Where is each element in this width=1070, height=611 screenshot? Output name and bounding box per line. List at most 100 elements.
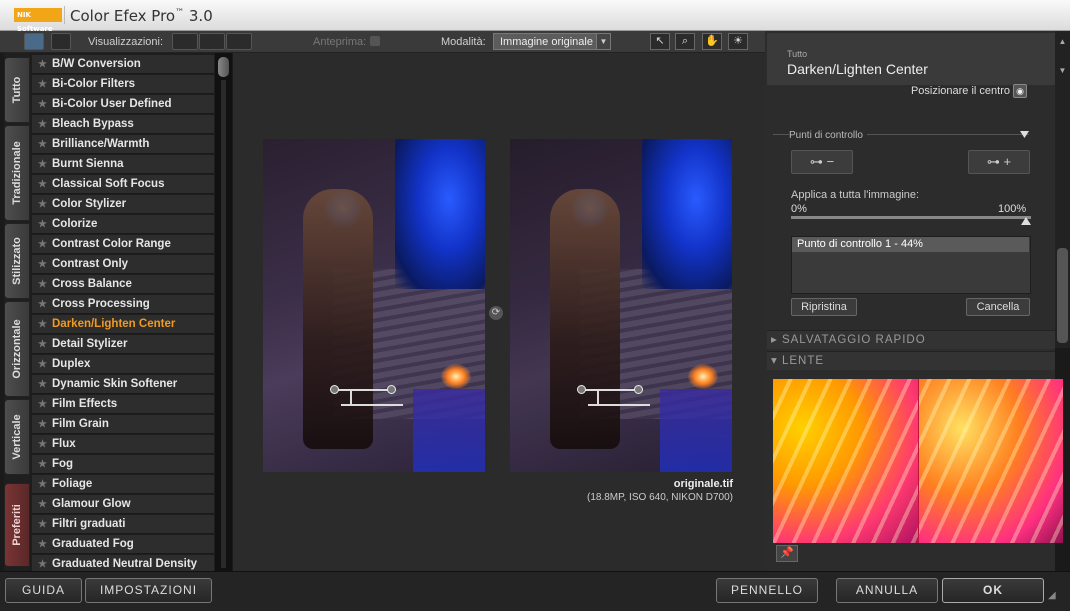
star-icon[interactable]: ★ xyxy=(38,195,47,213)
filter-item[interactable]: ★ Bi-Color Filters xyxy=(32,75,214,94)
star-icon[interactable]: ★ xyxy=(38,415,47,433)
filter-item[interactable]: ★ Dynamic Skin Softener xyxy=(32,375,214,394)
mode-select[interactable]: Immagine originale ▼ xyxy=(493,33,611,50)
star-icon[interactable]: ★ xyxy=(38,535,47,553)
tab-preferiti[interactable]: Preferiti xyxy=(4,483,30,567)
settings-button[interactable]: IMPOSTAZIONI xyxy=(85,578,212,603)
target-icon[interactable]: ◉ xyxy=(1013,84,1027,98)
filter-item[interactable]: ★ Colorize xyxy=(32,215,214,234)
remove-control-point-button[interactable]: ⊶ − xyxy=(791,150,853,174)
star-icon[interactable]: ★ xyxy=(38,95,47,113)
delete-button[interactable]: Cancella xyxy=(966,298,1030,316)
filter-item[interactable]: ★ Film Effects xyxy=(32,395,214,414)
control-point-size-handle[interactable] xyxy=(634,385,643,394)
filter-item[interactable]: ★ Brilliance/Warmth xyxy=(32,135,214,154)
tab-stilizzato[interactable]: Stilizzato xyxy=(4,223,30,299)
star-icon[interactable]: ★ xyxy=(38,375,47,393)
apply-slider[interactable] xyxy=(791,216,1031,219)
filter-item[interactable]: ★ Filtri graduati xyxy=(32,515,214,534)
quick-save-section[interactable]: ▸ SALVATAGGIO RAPIDO xyxy=(767,330,1055,349)
filter-item[interactable]: ★ Foliage xyxy=(32,475,214,494)
filter-item[interactable]: ★ Classical Soft Focus xyxy=(32,175,214,194)
ok-button[interactable]: OK xyxy=(942,578,1044,603)
star-icon[interactable]: ★ xyxy=(38,455,47,473)
pointer-icon[interactable]: ↖ xyxy=(650,33,670,50)
brush-button[interactable]: PENNELLO xyxy=(716,578,818,603)
star-icon[interactable]: ★ xyxy=(38,495,47,513)
original-image[interactable] xyxy=(510,139,732,472)
filter-item[interactable]: ★ B/W Conversion xyxy=(32,55,214,74)
scrollbar-thumb[interactable] xyxy=(218,57,229,77)
cancel-button[interactable]: ANNULLA xyxy=(836,578,938,603)
add-control-point-button[interactable]: ⊶ + xyxy=(968,150,1030,174)
star-icon[interactable]: ★ xyxy=(38,175,47,193)
star-icon[interactable]: ★ xyxy=(38,435,47,453)
star-icon[interactable]: ★ xyxy=(38,395,47,413)
swap-icon[interactable]: ⟳ xyxy=(489,306,503,320)
filter-item[interactable]: ★ Darken/Lighten Center xyxy=(32,315,214,334)
filter-item[interactable]: ★ Burnt Sienna xyxy=(32,155,214,174)
preview-image[interactable] xyxy=(263,139,485,472)
filter-item[interactable]: ★ Color Stylizer xyxy=(32,195,214,214)
pin-icon[interactable]: 📌 xyxy=(776,545,798,562)
filter-item[interactable]: ★ Film Grain xyxy=(32,415,214,434)
zoom-icon[interactable]: ⌕ xyxy=(675,33,695,50)
tab-verticale[interactable]: Verticale xyxy=(4,399,30,475)
filter-item[interactable]: ★ Fog xyxy=(32,455,214,474)
split-view-icon[interactable] xyxy=(51,33,71,50)
star-icon[interactable]: ★ xyxy=(38,515,47,533)
resize-grip-icon[interactable]: ◢ xyxy=(1048,590,1062,604)
scroll-down-icon[interactable]: ▼ xyxy=(1057,66,1068,76)
view-split-button[interactable] xyxy=(199,33,225,50)
star-icon[interactable]: ★ xyxy=(38,235,47,253)
tab-tutto[interactable]: Tutto xyxy=(4,57,30,123)
lens-section[interactable]: ▾ LENTE xyxy=(767,351,1055,370)
star-icon[interactable]: ★ xyxy=(38,115,47,133)
filter-item[interactable]: ★ Flux xyxy=(32,435,214,454)
preview-checkbox[interactable] xyxy=(370,36,380,46)
filter-item[interactable]: ★ Detail Stylizer xyxy=(32,335,214,354)
scroll-up-icon[interactable]: ▲ xyxy=(1057,37,1068,47)
star-icon[interactable]: ★ xyxy=(38,155,47,173)
star-icon[interactable]: ★ xyxy=(38,475,47,493)
control-point-item[interactable]: Punto di controllo 1 - 44% xyxy=(792,237,1029,252)
filter-label: Film Grain xyxy=(52,418,109,430)
filter-item[interactable]: ★ Cross Balance xyxy=(32,275,214,294)
star-icon[interactable]: ★ xyxy=(38,75,47,93)
tab-orizzontale[interactable]: Orizzontale xyxy=(4,301,30,397)
star-icon[interactable]: ★ xyxy=(38,355,47,373)
filter-item[interactable]: ★ Graduated Fog xyxy=(32,535,214,554)
app-window: NIK Software Color Efex Pro™ 3.0 Visuali… xyxy=(0,0,1070,611)
control-point-line xyxy=(585,389,637,391)
filter-item[interactable]: ★ Bleach Bypass xyxy=(32,115,214,134)
panel-scroll-thumb[interactable] xyxy=(1057,248,1068,343)
tab-tradizionale[interactable]: Tradizionale xyxy=(4,125,30,221)
view-side-by-side-button[interactable] xyxy=(226,33,252,50)
star-icon[interactable]: ★ xyxy=(38,295,47,313)
view-single-button[interactable] xyxy=(172,33,198,50)
star-icon[interactable]: ★ xyxy=(38,215,47,233)
single-view-icon[interactable] xyxy=(24,33,44,50)
star-icon[interactable]: ★ xyxy=(38,315,47,333)
filter-label: Bi-Color Filters xyxy=(52,78,136,90)
control-point[interactable] xyxy=(577,385,586,394)
filter-item[interactable]: ★ Duplex xyxy=(32,355,214,374)
star-icon[interactable]: ★ xyxy=(38,335,47,353)
filter-item[interactable]: ★ Contrast Only xyxy=(32,255,214,274)
guide-button[interactable]: GUIDA xyxy=(5,578,82,603)
filter-label: Fog xyxy=(52,458,74,470)
filter-item[interactable]: ★ Contrast Color Range xyxy=(32,235,214,254)
light-icon[interactable]: ☀ xyxy=(728,33,748,50)
star-icon[interactable]: ★ xyxy=(38,55,47,73)
star-icon[interactable]: ★ xyxy=(38,275,47,293)
control-point[interactable] xyxy=(330,385,339,394)
star-icon[interactable]: ★ xyxy=(38,135,47,153)
reset-button[interactable]: Ripristina xyxy=(791,298,857,316)
filter-item[interactable]: ★ Bi-Color User Defined xyxy=(32,95,214,114)
control-point-line xyxy=(597,389,599,405)
filter-item[interactable]: ★ Cross Processing xyxy=(32,295,214,314)
hand-icon[interactable]: ✋ xyxy=(702,33,722,50)
star-icon[interactable]: ★ xyxy=(38,255,47,273)
control-point-size-handle[interactable] xyxy=(387,385,396,394)
filter-item[interactable]: ★ Glamour Glow xyxy=(32,495,214,514)
